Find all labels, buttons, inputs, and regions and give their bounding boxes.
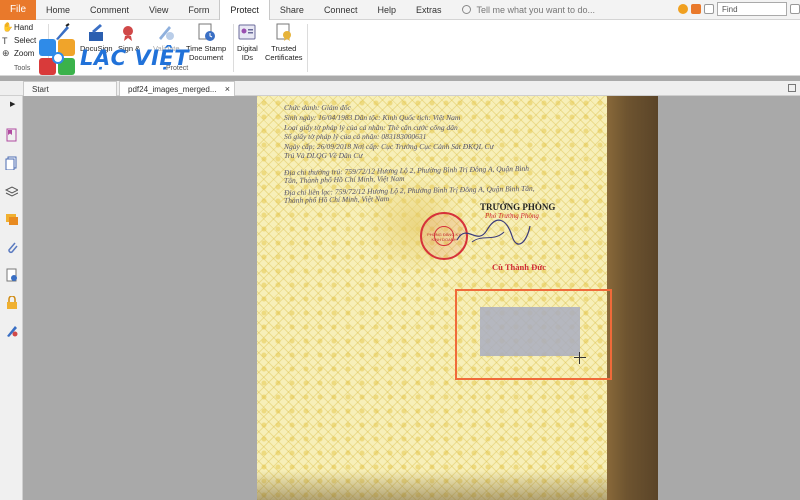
tell-me-text: Tell me what you want to do... xyxy=(476,4,596,15)
doc-line: Số giấy tờ pháp lý của cá nhân: 08318300… xyxy=(284,132,427,141)
tab-comment[interactable]: Comment xyxy=(80,0,139,20)
tools-group-label: Tools xyxy=(14,65,31,72)
page-shadow xyxy=(257,470,607,500)
signature-panel-icon[interactable] xyxy=(5,268,18,282)
attachment-icon[interactable] xyxy=(5,240,18,254)
divider xyxy=(307,24,308,72)
file-tab[interactable]: File xyxy=(0,0,36,20)
doc-line: Ngày cấp: 26/09/2018 Nơi cấp: Cục Trưởng… xyxy=(284,142,494,151)
doc-tab-label: pdf24_images_merged... xyxy=(128,84,217,94)
doc-line: Chức danh: Giám đốc xyxy=(284,103,351,112)
left-navigation-panel: ▶ xyxy=(0,96,23,500)
doc-line: Thành phố Hồ Chí Minh, Việt Nam xyxy=(283,194,390,205)
doc-line: Sinh ngày: 16/04/1983 Dân tộc: Kinh Quốc… xyxy=(284,113,461,122)
position-title: TRƯỞNG PHÒNG xyxy=(480,202,556,212)
notification-icon[interactable] xyxy=(678,4,688,14)
tab-share[interactable]: Share xyxy=(270,0,314,20)
layers-icon[interactable] xyxy=(5,184,18,198)
menu-bar: File Home Comment View Form Protect Shar… xyxy=(0,0,800,20)
tab-connect[interactable]: Connect xyxy=(314,0,368,20)
doc-tab-start[interactable]: Start xyxy=(23,81,117,96)
signer-name: Cù Thành Đức xyxy=(492,262,547,272)
doc-line: Loại giấy tờ pháp lý của cá nhân: Thẻ că… xyxy=(284,123,458,132)
search-icon[interactable] xyxy=(790,4,800,14)
digital-ids-label-2: IDs xyxy=(241,53,254,62)
timestamp-icon xyxy=(196,22,216,42)
pen-tool-icon[interactable] xyxy=(5,324,18,338)
close-icon[interactable]: × xyxy=(225,84,230,94)
trusted-label-1: Trusted xyxy=(271,44,297,53)
tab-extras[interactable]: Extras xyxy=(406,0,452,20)
tab-protect[interactable]: Protect xyxy=(219,0,270,20)
tell-me-box[interactable]: Tell me what you want to do... xyxy=(461,4,596,15)
handwritten-signature xyxy=(456,219,531,245)
id-card-icon xyxy=(237,22,257,42)
timestamp-label-1: Time Stamp xyxy=(186,44,227,53)
bookmark-icon[interactable] xyxy=(5,128,18,142)
comments-icon[interactable] xyxy=(5,212,18,226)
logo-mark-icon xyxy=(38,38,78,78)
text-cursor-icon: T xyxy=(2,35,8,46)
tab-view[interactable]: View xyxy=(139,0,178,20)
digital-ids-label-1: Digital xyxy=(237,44,258,53)
photo-background xyxy=(606,96,658,500)
tab-help[interactable]: Help xyxy=(367,0,406,20)
hand-tool[interactable]: ✋ Hand xyxy=(2,21,46,34)
hand-icon: ✋ xyxy=(2,22,14,32)
logo-text: LẠC VIỆT xyxy=(80,46,190,70)
doc-tab-pdf[interactable]: pdf24_images_merged... × xyxy=(119,81,235,96)
lightbulb-icon xyxy=(461,5,471,14)
select-label: Select xyxy=(14,36,37,45)
lock-icon[interactable] xyxy=(5,296,18,310)
document-tabs: Start pdf24_images_merged... × xyxy=(0,81,800,96)
expand-panel-icon[interactable]: ▶ xyxy=(10,100,15,108)
tab-list-icon[interactable] xyxy=(788,84,796,92)
timestamp-label-2: Document xyxy=(188,53,224,62)
zoom-icon: ⊕ xyxy=(2,48,10,58)
ribbon-toggle-icon[interactable] xyxy=(704,4,714,14)
account-icon[interactable] xyxy=(691,4,701,14)
pages-icon[interactable] xyxy=(5,156,18,170)
find-input[interactable]: Find xyxy=(717,2,787,16)
top-right-controls: Find xyxy=(678,2,800,16)
doc-line: Trú Và DLQG Về Dân Cư xyxy=(284,151,363,160)
certificate-icon xyxy=(274,22,294,42)
hand-label: Hand xyxy=(14,23,34,32)
divider xyxy=(233,24,234,72)
crosshair-cursor-icon xyxy=(574,352,586,364)
brand-logo: LẠC VIỆT xyxy=(38,38,189,78)
trusted-label-2: Certificates xyxy=(265,53,303,62)
trusted-certificates-button[interactable]: Trusted Certificates xyxy=(265,22,303,62)
tab-home[interactable]: Home xyxy=(36,0,80,20)
digital-ids-button[interactable]: Digital IDs xyxy=(237,22,258,62)
timestamp-button[interactable]: Time Stamp Document xyxy=(186,22,226,62)
doc-tab-label: Start xyxy=(32,84,49,94)
tab-form[interactable]: Form xyxy=(178,0,219,20)
redacted-area xyxy=(480,307,580,356)
zoom-label: Zoom xyxy=(14,49,35,58)
